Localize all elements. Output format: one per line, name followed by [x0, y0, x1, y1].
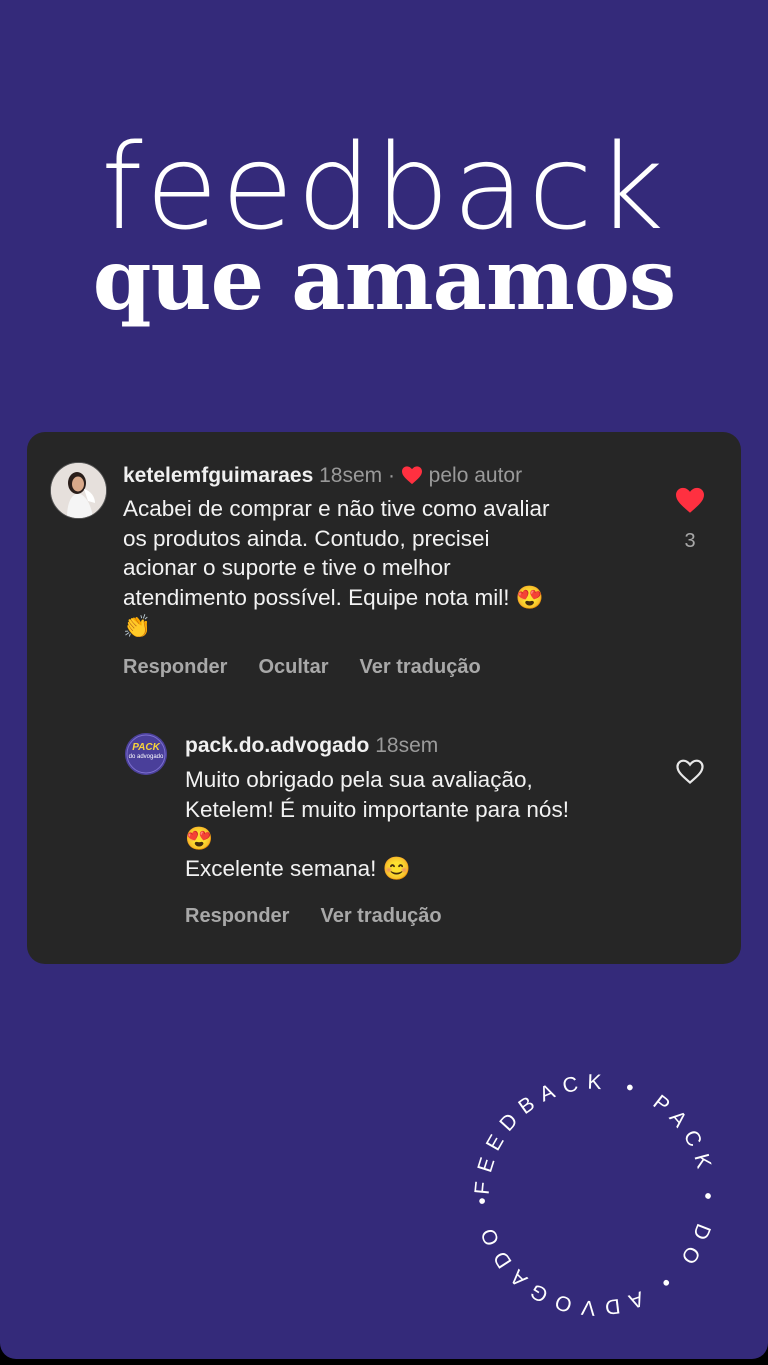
comment-actions: Responder Ocultar Ver tradução [123, 656, 481, 679]
translate-button[interactable]: Ver tradução [360, 656, 481, 679]
reply-time: 18sem [375, 734, 439, 757]
story-frame: feedback que amamos ketelemfguimaraes 18… [0, 0, 768, 1359]
reply-button[interactable]: Responder [123, 656, 227, 679]
comment-card: ketelemfguimaraes 18sem · pelo autor Aca… [27, 432, 741, 964]
comment-username[interactable]: ketelemfguimaraes [123, 464, 313, 487]
reply-text: Muito obrigado pela sua avaliação, Ketel… [185, 767, 569, 881]
reply-like-button[interactable] [675, 758, 705, 786]
separator: · [387, 464, 395, 487]
comment-text: Acabei de comprar e não tive como avalia… [123, 496, 550, 639]
reply-actions: Responder Ver tradução [185, 905, 442, 928]
stamp-text: FEEDBACK • PACK • DO • ADVOGADO • [471, 1071, 720, 1320]
reply-username[interactable]: pack.do.advogado [185, 734, 369, 757]
feedback-stamp: FEEDBACK • PACK • DO • ADVOGADO • [471, 1071, 720, 1320]
stamp-text-path: FEEDBACK • PACK • DO • ADVOGADO • [471, 1071, 711, 1320]
logo-text-2: do advogado [128, 754, 164, 760]
profile-photo [51, 463, 106, 518]
logo-text-1: PACK [132, 742, 160, 753]
heart-filled-icon [676, 487, 704, 513]
headline-que-amamos: que amamos [92, 230, 676, 329]
reply-translate-button[interactable]: Ver tradução [320, 905, 441, 928]
avatar[interactable] [50, 462, 107, 519]
heart-filled-icon [401, 466, 422, 485]
reply-reply-button[interactable]: Responder [185, 905, 289, 928]
like-button[interactable] [674, 486, 706, 514]
headline-feedback: feedback [100, 118, 668, 256]
comment-username-row: ketelemfguimaraes 18sem · pelo autor [123, 464, 522, 488]
reply-username-row: pack.do.advogado 18sem [185, 734, 438, 758]
comment-time: 18sem [319, 464, 383, 487]
reply-avatar[interactable]: PACK do advogado [125, 733, 167, 775]
like-count: 3 [684, 530, 696, 552]
liked-by-author-label: pelo autor [428, 464, 523, 487]
heart-outline-icon [676, 759, 704, 784]
hide-button[interactable]: Ocultar [258, 656, 328, 679]
